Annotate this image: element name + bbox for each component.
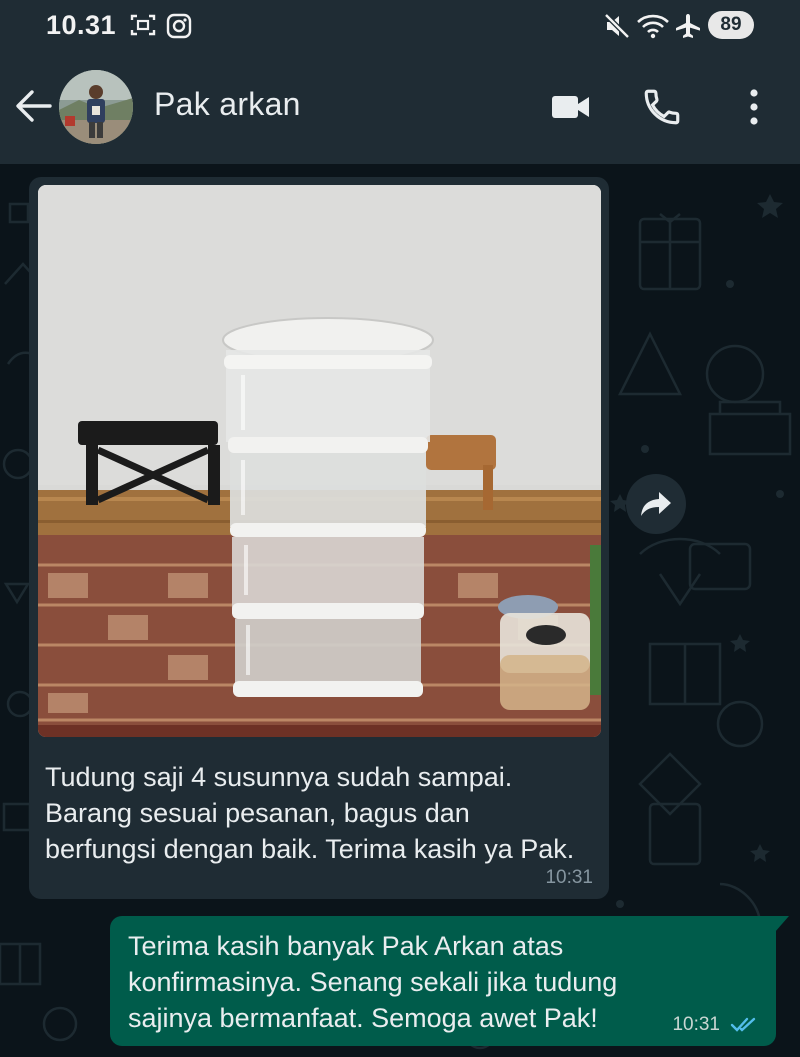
phone-icon[interactable] <box>641 86 683 128</box>
battery-indicator: 89 <box>708 11 754 39</box>
instagram-icon <box>166 13 192 39</box>
outgoing-message-text: Terima kasih banyak Pak Arkan atas konfi… <box>128 931 618 1033</box>
outgoing-bubble-tail <box>775 916 789 932</box>
video-call-icon[interactable] <box>550 86 592 128</box>
airplane-icon <box>676 14 700 38</box>
contact-name[interactable]: Pak arkan <box>154 86 301 123</box>
forward-button[interactable] <box>626 474 686 534</box>
incoming-message-text: Tudung saji 4 susunnya sudah sampai. Bar… <box>45 762 575 864</box>
incoming-message-bubble[interactable]: Tudung saji 4 susunnya sudah sampai. Bar… <box>29 177 609 899</box>
forward-icon <box>641 492 671 516</box>
avatar[interactable] <box>59 70 133 144</box>
mute-icon <box>604 13 630 39</box>
chat-header: Pak arkan <box>0 50 800 164</box>
back-arrow-icon[interactable] <box>14 88 54 124</box>
wifi-icon <box>637 14 669 39</box>
outgoing-message-bubble[interactable]: Terima kasih banyak Pak Arkan atas konfi… <box>110 916 776 1046</box>
screenshot-icon <box>130 14 156 36</box>
food-cover-photo <box>38 185 601 737</box>
incoming-message-time: 10:31 <box>545 867 593 888</box>
chat-area[interactable]: Tudung saji 4 susunnya sudah sampai. Bar… <box>0 164 800 1057</box>
status-bar: 10.31 89 <box>0 0 800 50</box>
read-receipt-icon <box>730 1017 756 1032</box>
status-time: 10.31 <box>46 10 117 40</box>
more-options-icon[interactable] <box>744 86 764 128</box>
message-photo[interactable] <box>38 185 601 737</box>
outgoing-message-time: 10:31 <box>672 1014 720 1035</box>
